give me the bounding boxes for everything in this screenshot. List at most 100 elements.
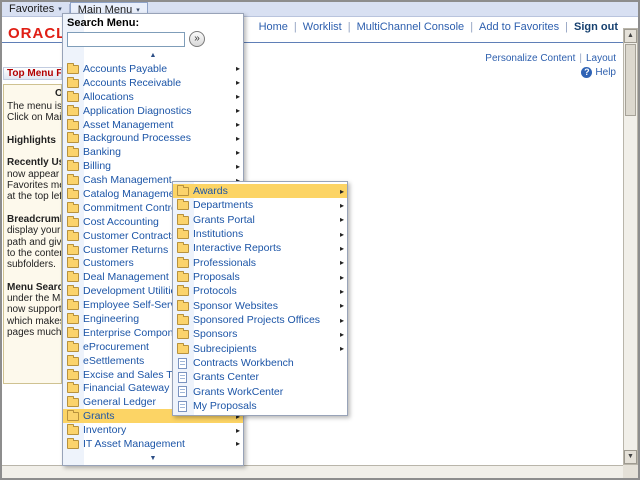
personalize-bar: Personalize Content | Layout [485,53,616,64]
overview-portlet: O The menu is noClick on Main MHighlight… [3,84,62,384]
menu-item-label: Allocations [83,91,234,103]
folder-icon [67,246,79,255]
folder-icon [177,201,189,210]
header-links: Home|Worklist|MultiChannel Console|Add t… [259,21,618,33]
sign-out-link[interactable]: Sign out [574,21,618,33]
menu-scroll-down-icon[interactable]: ▼ [63,453,243,465]
folder-icon [67,259,79,268]
vertical-scrollbar[interactable]: ▲ ▼ [623,28,638,465]
header-link-home[interactable]: Home [259,21,288,33]
layout-link[interactable]: Layout [586,53,616,64]
menu-item-label: Accounts Payable [83,63,234,75]
search-go-button[interactable]: » [189,31,205,47]
submenu-item-label: Sponsors [193,328,338,340]
submenu-item-label: Professionals [193,257,338,269]
submenu-item-institutions[interactable]: Institutions▸ [173,227,347,241]
folder-icon [67,232,79,241]
submenu-item-contracts-workbench[interactable]: Contracts Workbench [173,356,347,370]
overview-line: to the contents [7,248,61,259]
header-link-worklist[interactable]: Worklist [303,21,342,33]
submenu-item-label: My Proposals [193,400,342,412]
folder-icon [67,273,79,282]
folder-icon [177,330,189,339]
folder-icon [67,176,79,185]
submenu-item-sponsor-websites[interactable]: Sponsor Websites▸ [173,299,347,313]
overview-line: Recently Used [7,157,61,168]
submenu-arrow-icon: ▸ [338,316,347,325]
menu-search-input[interactable] [67,32,185,47]
submenu-item-professionals[interactable]: Professionals▸ [173,256,347,270]
submenu-item-subrecipients[interactable]: Subrecipients▸ [173,342,347,356]
submenu-item-sponsors[interactable]: Sponsors▸ [173,327,347,341]
page-icon [178,386,187,397]
submenu-item-sponsored-projects-offices[interactable]: Sponsored Projects Offices▸ [173,313,347,327]
folder-icon [67,287,79,296]
submenu-item-grants-portal[interactable]: Grants Portal▸ [173,213,347,227]
overview-line: Click on Main M [7,112,61,123]
submenu-arrow-icon: ▸ [234,439,243,448]
menu-item-accounts-payable[interactable]: Accounts Payable▸ [63,62,243,76]
menu-item-label: Billing [83,160,234,172]
header-link-multichannel-console[interactable]: MultiChannel Console [357,21,465,33]
application-window: Favorites ▾ Main Menu ▾ ORACLE Home|Work… [0,0,640,480]
submenu-arrow-icon: ▸ [234,106,243,115]
folder-icon [67,357,79,366]
menu-item-label: Banking [83,146,234,158]
menu-item-label: Background Processes [83,132,234,144]
chevron-down-icon: ▾ [58,5,62,13]
page-icon [178,372,187,383]
menu-item-banking[interactable]: Banking▸ [63,145,243,159]
scrollbar-thumb[interactable] [625,44,636,116]
menu-item-application-diagnostics[interactable]: Application Diagnostics▸ [63,104,243,118]
folder-icon [67,79,79,88]
folder-icon [177,273,189,282]
menu-item-asset-management[interactable]: Asset Management▸ [63,118,243,132]
submenu-item-label: Protocols [193,285,338,297]
submenu-arrow-icon: ▸ [234,92,243,101]
submenu-item-my-proposals[interactable]: My Proposals [173,399,347,413]
overview-line [7,124,61,135]
folder-icon [67,121,79,130]
menu-item-accounts-receivable[interactable]: Accounts Receivable▸ [63,76,243,90]
header-link-add-to-favorites[interactable]: Add to Favorites [479,21,559,33]
overview-line: at the top left. [7,191,61,202]
scroll-up-button[interactable]: ▲ [624,29,637,43]
menu-item-inventory[interactable]: Inventory▸ [63,423,243,437]
overview-line: pages much fast [7,327,61,338]
submenu-item-proposals[interactable]: Proposals▸ [173,270,347,284]
help-label: Help [595,67,616,78]
submenu-item-departments[interactable]: Departments▸ [173,198,347,212]
menu-item-background-processes[interactable]: Background Processes▸ [63,131,243,145]
overview-line: now supports t [7,304,61,315]
menu-item-allocations[interactable]: Allocations▸ [63,90,243,104]
overview-line [7,146,61,157]
folder-icon [67,65,79,74]
submenu-item-interactive-reports[interactable]: Interactive Reports▸ [173,241,347,255]
submenu-arrow-icon: ▸ [338,273,347,282]
favorites-menu-button[interactable]: Favorites ▾ [2,2,69,16]
submenu-item-protocols[interactable]: Protocols▸ [173,284,347,298]
folder-icon [67,204,79,213]
menu-scroll-up-icon[interactable]: ▲ [63,50,243,62]
submenu-item-grants-workcenter[interactable]: Grants WorkCenter [173,385,347,399]
submenu-item-awards[interactable]: Awards▸ [173,184,347,198]
overview-line [7,203,61,214]
folder-icon [67,398,79,407]
submenu-item-label: Contracts Workbench [193,357,342,369]
submenu-item-label: Institutions [193,228,338,240]
menu-item-it-asset-management[interactable]: IT Asset Management▸ [63,437,243,451]
submenu-item-label: Sponsor Websites [193,300,338,312]
help-link[interactable]: ? Help [581,67,616,78]
submenu-item-label: Interactive Reports [193,242,338,254]
horizontal-scrollbar[interactable] [2,465,623,478]
menu-item-billing[interactable]: Billing▸ [63,159,243,173]
folder-icon [67,218,79,227]
overview-line: path and give y [7,237,61,248]
folder-icon [67,384,79,393]
folder-icon [67,301,79,310]
personalize-content-link[interactable]: Personalize Content [485,53,575,64]
submenu-item-grants-center[interactable]: Grants Center [173,370,347,384]
submenu-arrow-icon: ▸ [234,148,243,157]
scroll-down-button[interactable]: ▼ [624,450,637,464]
folder-icon [177,216,189,225]
